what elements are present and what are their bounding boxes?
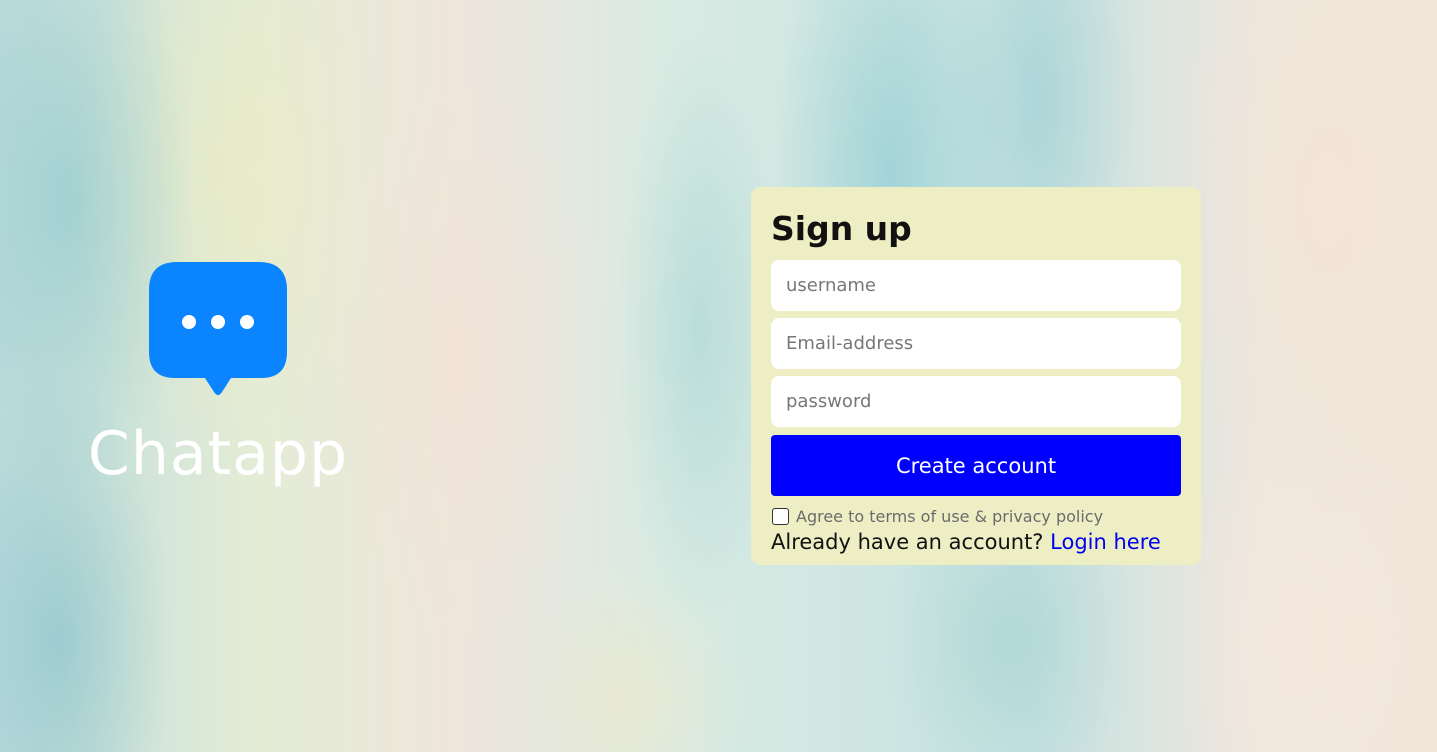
login-prompt: Already have an account? (771, 530, 1044, 554)
terms-row: Agree to terms of use & privacy policy (771, 506, 1181, 526)
terms-label: Agree to terms of use & privacy policy (796, 506, 1104, 526)
login-link[interactable]: Login here (1050, 530, 1161, 554)
brand: Chatapp (80, 260, 356, 492)
dot-icon (182, 315, 196, 329)
brand-name: Chatapp (87, 419, 349, 489)
dot-icon (240, 315, 254, 329)
username-input[interactable] (771, 260, 1181, 311)
create-account-button[interactable]: Create account (771, 435, 1181, 496)
signup-card: Sign up Create account Agree to terms of… (751, 187, 1201, 565)
terms-checkbox[interactable] (772, 507, 789, 525)
dot-icon (211, 315, 225, 329)
signup-title: Sign up (771, 209, 912, 248)
chat-bubble-icon (149, 262, 287, 395)
email-input[interactable] (771, 318, 1181, 369)
password-input[interactable] (771, 376, 1181, 427)
login-row: Already have an account? Login here (771, 528, 1181, 556)
